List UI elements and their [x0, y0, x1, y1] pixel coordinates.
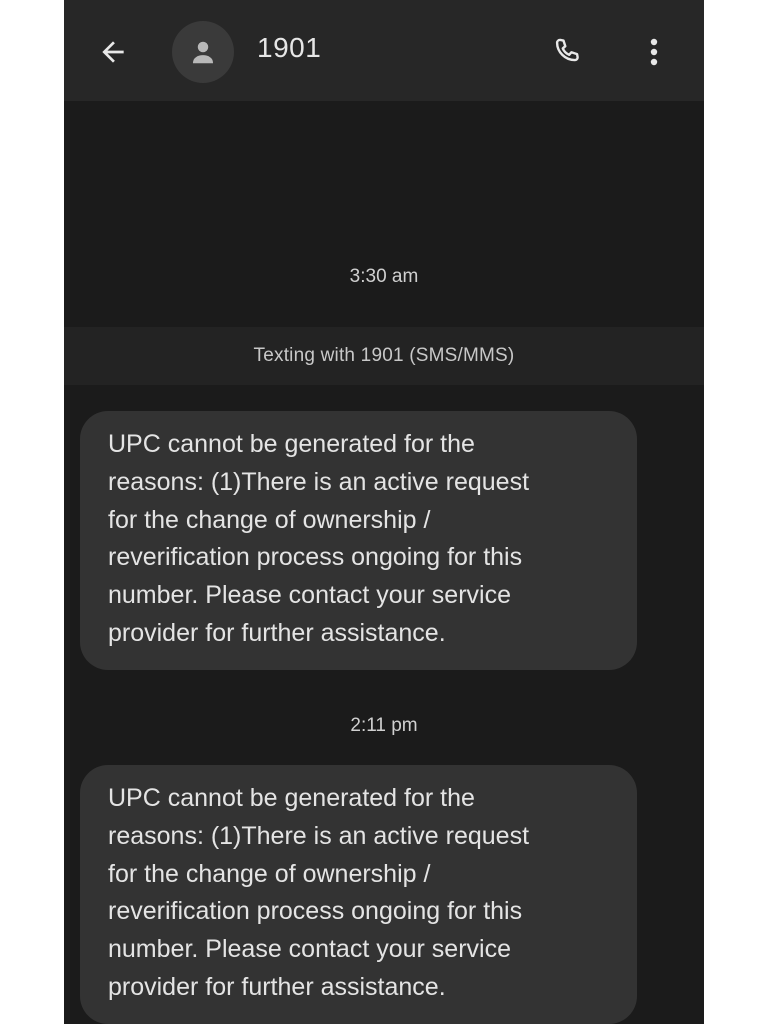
message-timestamp: 3:30 am	[349, 266, 419, 287]
person-icon	[193, 41, 213, 64]
more-options-button[interactable]	[636, 32, 672, 72]
contact-name[interactable]: 1901	[257, 32, 321, 64]
phone-icon	[555, 38, 579, 62]
back-button[interactable]	[92, 31, 134, 73]
message-bubble[interactable]: UPC cannot be generated for the reasons:…	[80, 411, 637, 670]
message-timestamp: 2:11 pm	[350, 715, 418, 736]
more-vertical-icon	[650, 38, 658, 66]
arrow-left-icon	[102, 41, 124, 63]
avatar[interactable]	[172, 21, 234, 83]
message-bubble[interactable]: UPC cannot be generated for the reasons:…	[80, 765, 637, 1024]
app-bar: 1901	[64, 0, 704, 101]
call-button[interactable]	[548, 32, 588, 72]
texting-with-banner: Texting with 1901 (SMS/MMS)	[64, 327, 704, 385]
messages-screen: 1901 3:30 am Texting with 1901 (SMS/MMS)…	[64, 0, 704, 1024]
